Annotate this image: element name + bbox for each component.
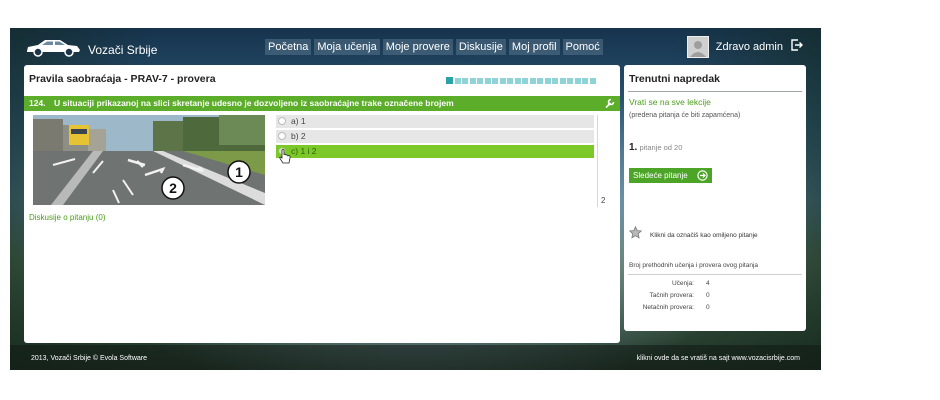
arrow-right-circle-icon: [697, 170, 708, 186]
progress-step-current[interactable]: [446, 77, 453, 84]
progress-step[interactable]: [552, 78, 558, 84]
column-divider: [597, 115, 598, 207]
stats-title: Broj prethodnih učenja i provera ovog pi…: [629, 262, 759, 269]
progress-step[interactable]: [522, 78, 528, 84]
answer-list: a) 1 b) 2 c) 1 i 2: [276, 115, 594, 160]
answer-option-a[interactable]: a) 1: [276, 115, 594, 128]
progress-step[interactable]: [589, 78, 596, 84]
stat-value-correct: 0: [706, 292, 710, 299]
progress-step[interactable]: [454, 78, 461, 84]
radio-button[interactable]: [278, 117, 286, 125]
stat-value-incorrect: 0: [706, 304, 710, 311]
progress-step[interactable]: [462, 78, 468, 84]
progress-step[interactable]: [574, 78, 581, 84]
top-bar: Vozači Srbije Početna Moja učenja Moje p…: [10, 28, 821, 68]
answer-label: b) 2: [291, 131, 306, 141]
nav-moje-provere[interactable]: Moje provere: [382, 39, 453, 55]
progress-step[interactable]: [507, 78, 513, 84]
hand-cursor-icon: [279, 149, 291, 170]
site-logo[interactable]: Vozači Srbije: [24, 37, 157, 62]
progress-step[interactable]: [537, 78, 543, 84]
nav-moj-profil[interactable]: Moj profil: [508, 39, 560, 55]
stat-value-learnings: 4: [706, 280, 710, 287]
question-progress: [446, 77, 597, 84]
test-panel: Pravila saobraćaja - PRAV-7 - provera 12…: [24, 65, 620, 343]
stat-label-correct: Tačnih provera:: [649, 292, 694, 299]
progress-step[interactable]: [469, 78, 476, 84]
radio-button[interactable]: [278, 132, 286, 140]
wrench-icon[interactable]: [604, 97, 616, 114]
user-greeting: Zdravo admin: [715, 41, 783, 53]
saved-note: (predena pitanja će biti zapamćena): [629, 112, 741, 119]
user-area: Zdravo admin: [686, 36, 803, 58]
question-count: 2: [601, 196, 606, 205]
main-nav: Početna Moja učenja Moje provere Diskusi…: [265, 39, 606, 55]
progress-sidebar: Trenutni napredak Vrati se na sve lekcij…: [624, 65, 806, 331]
car-icon: [24, 37, 82, 62]
question-header: 124. U situaciji prikazanoj na slici skr…: [24, 96, 620, 111]
progress-step[interactable]: [499, 78, 506, 84]
progress-step[interactable]: [484, 78, 491, 84]
logout-icon[interactable]: [791, 38, 803, 56]
nav-pocetna[interactable]: Početna: [265, 39, 312, 55]
star-icon[interactable]: [628, 225, 643, 244]
question-image: 1 2: [33, 115, 265, 205]
footer: 2013, Vozači Srbije © Evola Software kli…: [10, 345, 821, 370]
site-title: Vozači Srbije: [88, 42, 158, 57]
progress-step[interactable]: [492, 78, 498, 84]
image-label-2: 2: [169, 180, 177, 196]
progress-step[interactable]: [567, 78, 573, 84]
counter-text: pitanje od 20: [639, 143, 683, 152]
nav-diskusije[interactable]: Diskusije: [455, 39, 506, 55]
back-to-site-link[interactable]: klikni ovde da se vratiš na sajt www.voz…: [637, 355, 800, 362]
divider: [628, 274, 802, 275]
answer-label: c) 1 i 2: [291, 146, 317, 156]
sidebar-title: Trenutni napredak: [629, 73, 721, 85]
question-counter: 1. pitanje od 20: [629, 142, 682, 153]
user-avatar[interactable]: [686, 36, 709, 58]
next-button-label: Sledeće pitanje: [633, 171, 688, 180]
answer-label: a) 1: [291, 116, 306, 126]
favorite-toggle[interactable]: Klikni da označiš kao omiljeno pitanje: [628, 225, 758, 244]
app-window: Vozači Srbije Početna Moja učenja Moje p…: [10, 28, 821, 370]
progress-step[interactable]: [582, 78, 588, 84]
nav-pomoc[interactable]: Pomoć: [562, 39, 603, 55]
progress-step[interactable]: [514, 78, 521, 84]
nav-moja-ucenja[interactable]: Moja učenja: [314, 39, 380, 55]
progress-step[interactable]: [529, 78, 536, 84]
back-to-lessons-link[interactable]: Vrati se na sve lekcije: [629, 97, 711, 107]
test-title: Pravila saobraćaja - PRAV-7 - provera: [29, 73, 216, 85]
copyright: 2013, Vozači Srbije © Evola Software: [31, 355, 148, 362]
progress-step[interactable]: [559, 78, 566, 84]
counter-number: 1.: [629, 142, 638, 153]
progress-step[interactable]: [544, 78, 551, 84]
progress-step[interactable]: [477, 78, 483, 84]
stat-label-incorrect: Netačnih provera:: [642, 304, 694, 311]
discussion-link[interactable]: Diskusije o pitanju (0): [29, 213, 105, 222]
image-label-1: 1: [235, 164, 243, 180]
stat-label-learnings: Učenja:: [671, 280, 694, 287]
answer-option-c[interactable]: c) 1 i 2: [276, 145, 594, 158]
question-number: 124.: [29, 98, 46, 108]
next-question-button[interactable]: Sledeće pitanje: [629, 168, 712, 183]
divider: [628, 91, 802, 92]
answer-option-b[interactable]: b) 2: [276, 130, 594, 143]
favorite-text: Klikni da označiš kao omiljeno pitanje: [650, 231, 758, 239]
question-text: U situaciji prikazanoj na slici skretanj…: [54, 98, 454, 108]
